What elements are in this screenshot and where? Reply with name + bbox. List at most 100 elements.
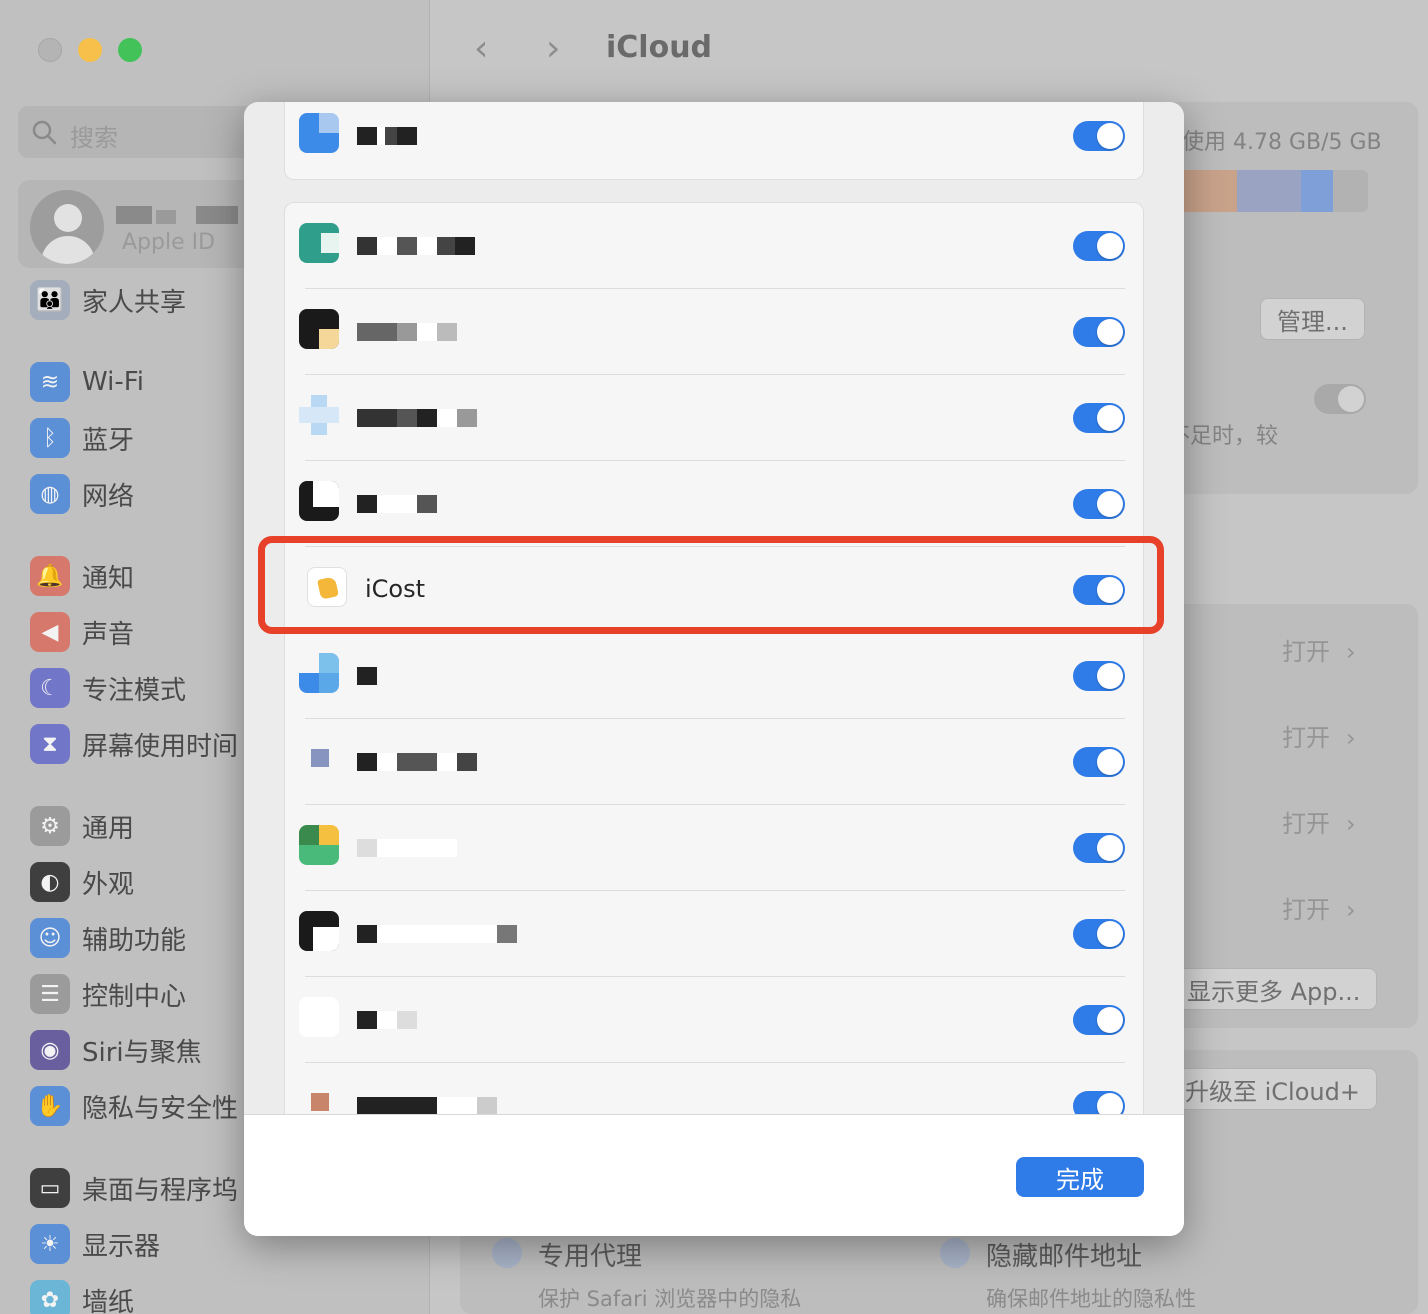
storage-segment [1237,170,1301,212]
chevron-right-icon: › [1346,896,1356,924]
apps-group-top [284,102,1144,180]
sidebar-item-4[interactable]: 🔔 通知 [30,554,134,598]
sidebar-item-16[interactable]: ✿ 墙纸 [30,1278,134,1314]
redacted-app-name [357,495,437,513]
sidebar-item-0[interactable]: 👪 家人共享 [30,278,186,322]
moon-icon: ☾ [30,668,70,708]
globe-icon: ◍ [30,474,70,514]
app-sync-toggle[interactable] [1073,231,1125,261]
app-icon [299,309,339,349]
redacted-app-name [357,839,457,857]
feature-title: 隐藏邮件地址 [986,1242,1143,1272]
manage-button[interactable]: 管理... [1260,298,1365,340]
app-row [285,375,1145,461]
app-icon [299,997,339,1037]
sidebar-item-8[interactable]: ⚙ 通用 [30,804,134,848]
forward-button[interactable]: › [546,28,560,69]
close-window-button[interactable] [38,38,62,62]
open-label: 打开 [1282,638,1330,666]
sidebar-item-label: 家人共享 [82,287,187,318]
open-row-4[interactable]: 打开 › [1282,890,1356,925]
sun-icon: ☀ [30,1224,70,1264]
sidebar-item-3[interactable]: ◍ 网络 [30,472,134,516]
app-icon [299,481,339,521]
sidebar-item-13[interactable]: ✋ 隐私与安全性 [30,1084,238,1128]
hourglass-icon: ⧗ [30,724,70,764]
app-sync-toggle[interactable] [1073,1005,1125,1035]
sidebar-item-2[interactable]: ᛒ 蓝牙 [30,416,134,460]
redacted-app-name [357,753,477,771]
sidebar-item-11[interactable]: ☰ 控制中心 [30,972,186,1016]
redacted-app-name [357,409,477,427]
optimize-storage-toggle[interactable] [1314,384,1366,414]
sidebar-item-14[interactable]: ▭ 桌面与程序坞 [30,1166,238,1210]
done-button[interactable]: 完成 [1016,1157,1144,1197]
sidebar-item-12[interactable]: ◉ Siri与聚焦 [30,1028,202,1072]
app-sync-toggle[interactable] [1073,1091,1125,1114]
appearance-icon: ◐ [30,862,70,902]
app-sync-toggle[interactable] [1073,489,1125,519]
open-row-3[interactable]: 打开 › [1282,804,1356,839]
hide-my-email-feature[interactable]: 隐藏邮件地址 确保邮件地址的隐私性 [940,1236,1196,1313]
app-sync-toggle[interactable] [1073,747,1125,777]
sidebar-item-label: 外观 [82,869,135,900]
sidebar-item-9[interactable]: ◐ 外观 [30,860,134,904]
sidebar-item-label: 隐私与安全性 [82,1093,239,1124]
apple-id-account[interactable]: Apple ID [18,180,268,268]
sidebar-item-label: 声音 [82,619,135,650]
app-sync-toggle[interactable] [1073,833,1125,863]
minimize-window-button[interactable] [78,38,102,62]
sidebar-item-label: 辅助功能 [82,925,187,956]
sidebar-item-label: 屏幕使用时间 [82,731,239,762]
app-row [285,203,1145,289]
dock-icon: ▭ [30,1168,70,1208]
storage-usage-text: 使用 4.78 GB/5 GB [1182,130,1382,155]
search-input[interactable]: 搜索 [18,106,268,158]
app-sync-toggle[interactable] [1073,661,1125,691]
app-row [285,633,1145,719]
app-sync-toggle[interactable] [1073,919,1125,949]
app-sync-toggle[interactable] [1073,403,1125,433]
apps-group-main: iCost [284,202,1144,1114]
icloud-drive-apps-sheet: iCost 完成 [244,102,1184,1236]
wifi-icon: ≋ [30,362,70,402]
private-relay-feature[interactable]: 专用代理 保护 Safari 浏览器中的隐私 [492,1236,801,1313]
open-row-1[interactable]: 打开 › [1282,632,1356,667]
sidebar-item-1[interactable]: ≋ Wi-Fi [30,360,144,404]
redacted-app-name [357,237,475,255]
app-icon [299,1083,339,1114]
sidebar-item-label: 控制中心 [82,981,187,1012]
sidebar-item-label: 蓝牙 [82,425,135,456]
sidebar-item-6[interactable]: ☾ 专注模式 [30,666,186,710]
app-row [285,977,1145,1063]
speaker-icon: ◀ [30,612,70,652]
app-row [285,461,1145,547]
sidebar-item-label: 显示器 [82,1231,161,1262]
apps-scroll-area[interactable]: iCost [244,102,1184,1114]
flower-icon: ✿ [30,1280,70,1314]
sidebar-item-7[interactable]: ⧗ 屏幕使用时间 [30,722,238,766]
app-row-icost: iCost [285,547,1145,633]
family-icon: 👪 [30,280,70,320]
app-sync-toggle[interactable] [1073,121,1125,151]
back-button[interactable]: ‹ [474,28,488,69]
icost-sync-toggle[interactable] [1073,575,1125,605]
open-row-2[interactable]: 打开 › [1282,718,1356,753]
redacted-app-name [357,127,417,145]
app-row [285,805,1145,891]
icost-app-icon [307,567,347,607]
sidebar-item-label: 专注模式 [82,675,187,706]
sidebar-item-5[interactable]: ◀ 声音 [30,610,134,654]
show-more-apps-button[interactable]: 显示更多 App... [1170,968,1378,1010]
search-placeholder: 搜索 [70,124,118,152]
sheet-footer: 完成 [244,1114,1184,1236]
maximize-window-button[interactable] [118,38,142,62]
upgrade-icloud-plus-button[interactable]: 升级至 iCloud+ [1168,1068,1377,1110]
storage-segment [1300,170,1334,212]
sidebar-item-15[interactable]: ☀ 显示器 [30,1222,160,1266]
sidebar-item-10[interactable]: ☺ 辅助功能 [30,916,186,960]
redacted-app-name [357,323,457,341]
toggles-icon: ☰ [30,974,70,1014]
app-sync-toggle[interactable] [1073,317,1125,347]
chevron-right-icon: › [1346,810,1356,838]
